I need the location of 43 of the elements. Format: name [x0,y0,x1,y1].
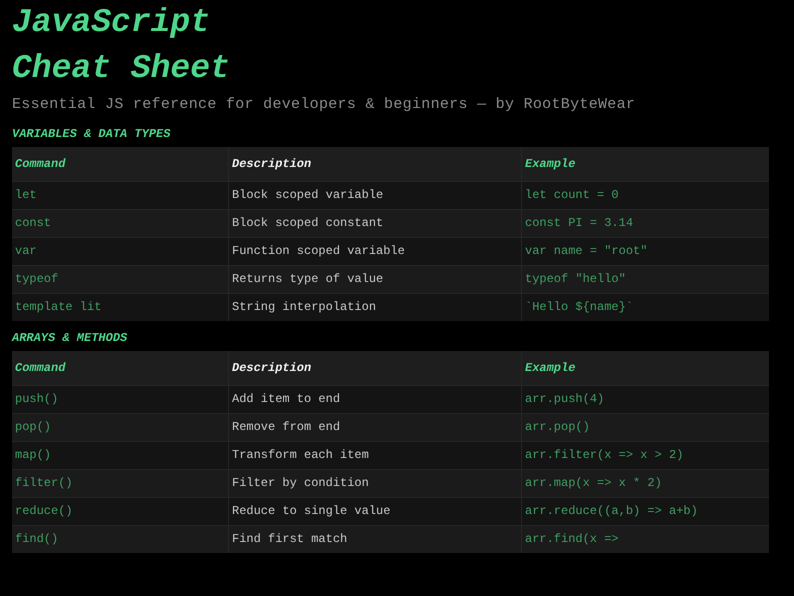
section-heading: ARRAYS & METHODS [12,331,128,345]
page-title: JavaScript Cheat Sheet [12,3,231,89]
description-cell: Block scoped variable [228,182,522,210]
description-cell: Transform each item [228,442,522,470]
example-cell: typeof "hello" [522,266,769,294]
command-header: Command [12,147,228,182]
command-header: Command [12,351,228,386]
example-cell: const PI = 3.14 [522,210,769,238]
example-header: Example [522,351,769,386]
example-cell: arr.push(4) [522,386,769,414]
command-cell: pop() [12,414,228,442]
example-cell: `Hello ${name}` [522,294,769,321]
description-cell: Add item to end [228,386,522,414]
description-cell: String interpolation [228,294,522,321]
example-cell: var name = "root" [522,238,769,266]
command-cell: push() [12,386,228,414]
example-cell: arr.map(x => x * 2) [522,470,769,498]
command-cell: filter() [12,470,228,498]
command-cell: typeof [12,266,228,294]
example-cell: arr.find(x => [522,526,769,553]
command-cell: let [12,182,228,210]
example-header: Example [522,147,769,182]
description-cell: Returns type of value [228,266,522,294]
example-cell: let count = 0 [522,182,769,210]
command-cell: reduce() [12,498,228,526]
command-cell: const [12,210,228,238]
description-header: Description [228,351,522,386]
description-header: Description [228,147,522,182]
description-cell: Find first match [228,526,522,553]
description-cell: Function scoped variable [228,238,522,266]
command-cell: template lit [12,294,228,321]
section-heading: VARIABLES & DATA TYPES [12,127,172,141]
example-cell: arr.filter(x => x > 2) [522,442,769,470]
command-cell: map() [12,442,228,470]
command-cell: var [12,238,228,266]
description-cell: Remove from end [228,414,522,442]
example-cell: arr.pop() [522,414,769,442]
command-cell: find() [12,526,228,553]
example-cell: arr.reduce((a,b) => a+b) [522,498,769,526]
description-cell: Filter by condition [228,470,522,498]
page-subtitle: Essential JS reference for developers & beginners — by RootByteWear [12,96,636,113]
description-cell: Reduce to single value [228,498,522,526]
description-cell: Block scoped constant [228,210,522,238]
